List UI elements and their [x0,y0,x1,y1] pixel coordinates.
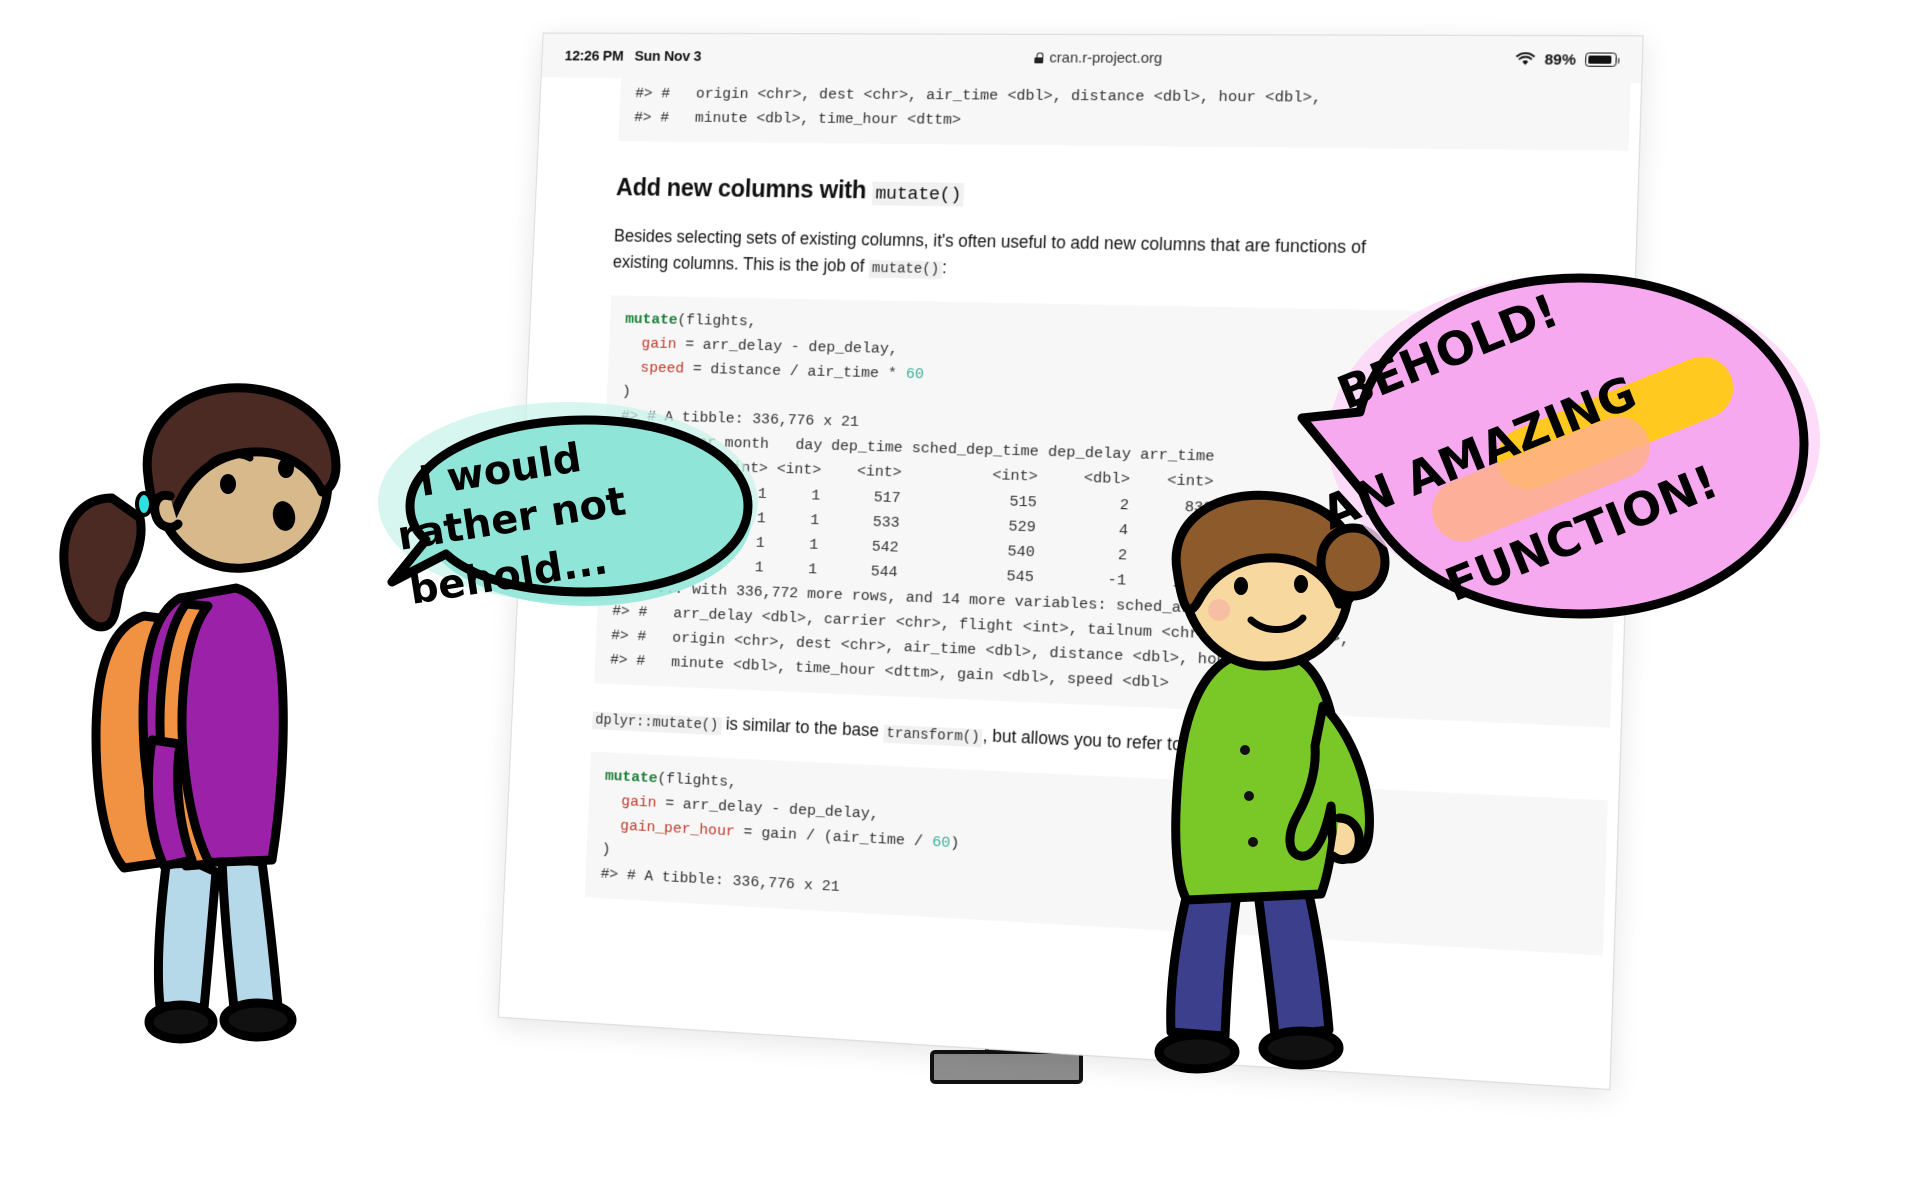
lock-icon [1035,52,1044,63]
sandal-left [1154,1030,1240,1074]
monitor-stand-base [930,1050,1083,1084]
status-bar-right: 89% [1515,51,1617,69]
leg-right-r [1252,879,1334,1041]
code-output-top: #> # origin <chr>, dest <chr>, air_time … [618,77,1631,151]
hair-ponytail [59,493,146,632]
battery-icon [1584,52,1617,67]
address-bar-url: cran.r-project.org [1049,49,1163,67]
shoe-left [144,1000,218,1044]
character-skeptical-student [59,383,341,1044]
heading-text: Add new columns with [615,174,874,205]
paragraph2-code-1: dplyr::mutate() [592,712,722,736]
page-section-heading: Add new columns with mutate() [616,174,1628,215]
paragraph-inline-code: mutate() [868,260,943,280]
speech-bubble-excited: BEHOLD! AN AMAZING FUNCTION! [1297,273,1820,619]
battery-percent-label: 89% [1544,50,1577,69]
heading-code: mutate() [872,181,965,207]
speech-bubble-skeptical: i would rather not behold... [378,402,758,614]
leg-right [217,853,283,1013]
sandal-right [1258,1026,1344,1070]
leg-left [153,845,221,1013]
paragraph-before: Besides selecting sets of existing colum… [612,226,1367,277]
paragraph2-code-2: transform() [883,725,983,748]
illustration-canvas: 12:26 PM Sun Nov 3 cran.r-project.org 89… [0,0,1920,1189]
status-time: 12:26 PM [564,47,624,64]
page-paragraph: Besides selecting sets of existing colum… [612,223,1395,290]
tablet-status-bar: 12:26 PM Sun Nov 3 cran.r-project.org 89… [541,33,1643,84]
status-date: Sun Nov 3 [634,47,702,65]
wifi-icon [1515,52,1535,65]
paragraph-after: : [941,257,948,278]
paragraph2-mid-1: is similar to the base [720,713,884,742]
shoe-right [219,998,297,1042]
hair-tie [135,491,153,517]
address-bar[interactable]: cran.r-project.org [701,48,1516,68]
status-bar-left: 12:26 PM Sun Nov 3 [564,47,701,64]
